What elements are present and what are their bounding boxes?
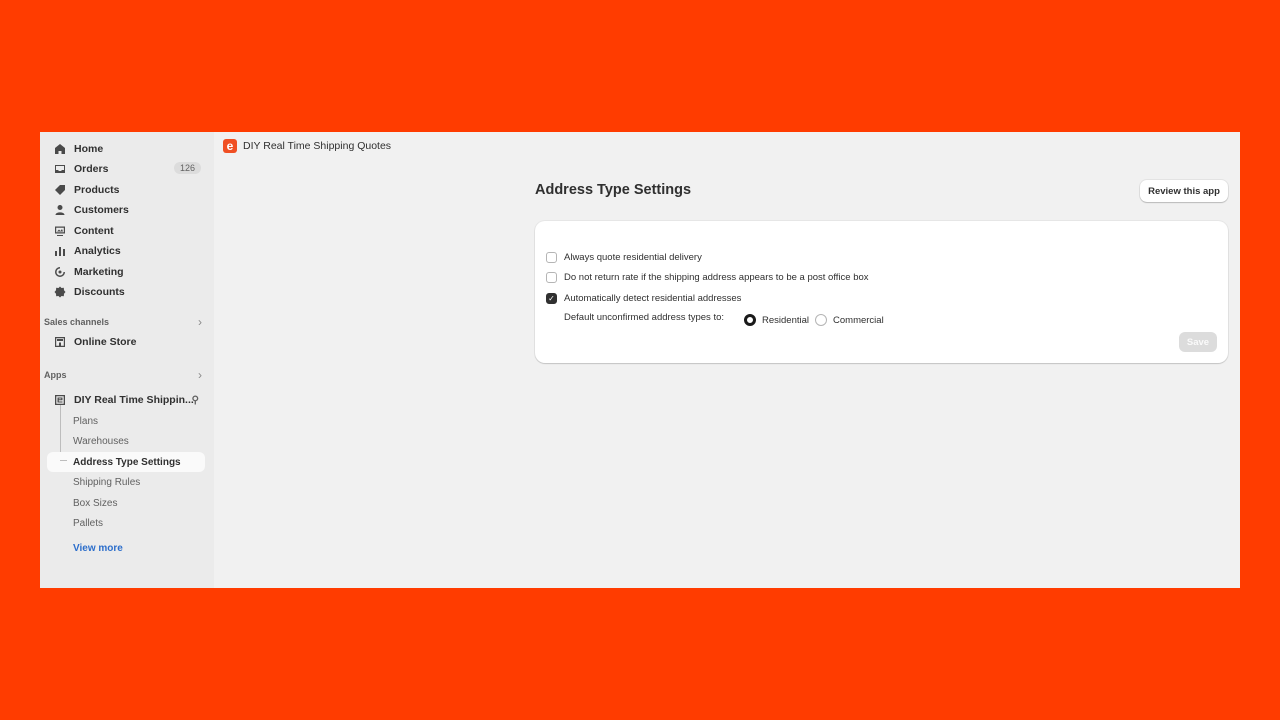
default-type-label: Default unconfirmed address types to: <box>564 311 725 323</box>
nav-label: Marketing <box>74 266 124 278</box>
checkbox-checked[interactable]: ✓ <box>546 292 557 304</box>
main-content: e DIY Real Time Shipping Quotes Address … <box>214 132 1240 588</box>
tree-hook <box>60 460 67 461</box>
radio-selected[interactable] <box>744 314 757 326</box>
nav-products[interactable]: Products <box>47 180 205 200</box>
review-app-button[interactable]: Review this app <box>1140 180 1228 202</box>
content-icon <box>54 225 66 237</box>
checkbox[interactable] <box>546 251 557 263</box>
chevron-right-icon: › <box>198 315 202 329</box>
orders-icon <box>54 163 66 175</box>
store-icon <box>54 336 66 348</box>
orders-count-badge: 126 <box>173 162 201 174</box>
sub-item-warehouses[interactable]: Warehouses <box>73 432 129 450</box>
sub-item-box-sizes[interactable]: Box Sizes <box>73 494 117 512</box>
app-name: DIY Real Time Shipping Quotes <box>243 140 392 152</box>
radio-commercial[interactable]: Commercial <box>815 314 884 326</box>
sub-item-shipping-rules[interactable]: Shipping Rules <box>73 473 140 491</box>
nav-app-diy-shipping[interactable]: DIY Real Time Shippin... ⚲ <box>47 390 205 410</box>
settings-card: Always quote residential delivery Do not… <box>535 221 1228 363</box>
nav-online-store[interactable]: Online Store <box>47 332 205 352</box>
app-logo-icon: e <box>223 139 237 153</box>
apps-header[interactable]: Apps › <box>44 367 204 383</box>
nav-orders[interactable]: Orders 126 <box>47 159 205 179</box>
app-topbar: e DIY Real Time Shipping Quotes <box>223 139 391 153</box>
checkbox[interactable] <box>546 271 557 283</box>
default-address-type: Default unconfirmed address types to: Re… <box>564 311 890 326</box>
sub-item-pallets[interactable]: Pallets <box>73 514 103 532</box>
admin-window: Home Orders 126 Products Customers Conte… <box>40 132 1240 588</box>
nav-label: Content <box>74 225 114 237</box>
discount-icon <box>54 286 66 298</box>
radio-unselected[interactable] <box>815 314 828 326</box>
target-icon <box>54 266 66 278</box>
nav-analytics[interactable]: Analytics <box>47 241 205 261</box>
nav-label: Home <box>74 143 104 155</box>
nav-label: Orders <box>74 163 109 175</box>
nav-discounts[interactable]: Discounts <box>47 282 205 302</box>
bar-chart-icon <box>54 245 66 257</box>
option-label: Do not return rate if the shipping addre… <box>564 271 869 283</box>
nav-label: Customers <box>74 204 129 216</box>
home-icon <box>54 143 66 155</box>
nav-customers[interactable]: Customers <box>47 200 205 220</box>
nav-label: Discounts <box>74 286 125 298</box>
page-title: Address Type Settings <box>535 182 692 198</box>
sub-item-address-type-settings[interactable]: Address Type Settings <box>73 453 181 471</box>
option-label: Automatically detect residential address… <box>564 292 742 304</box>
person-icon <box>54 204 66 216</box>
nav-label: Analytics <box>74 245 121 257</box>
nav-label: Online Store <box>74 336 137 348</box>
save-button[interactable]: Save <box>1179 332 1217 352</box>
nav-label: Products <box>74 184 120 196</box>
nav-content[interactable]: Content <box>47 221 205 241</box>
radio-residential[interactable]: Residential <box>744 314 809 326</box>
option-always-residential[interactable]: Always quote residential delivery <box>546 250 702 264</box>
pin-icon[interactable]: ⚲ <box>192 395 199 406</box>
sub-item-plans[interactable]: Plans <box>73 412 98 430</box>
sales-channels-header[interactable]: Sales channels › <box>44 314 204 330</box>
option-no-po-box[interactable]: Do not return rate if the shipping addre… <box>546 270 869 284</box>
sidebar: Home Orders 126 Products Customers Conte… <box>40 132 214 588</box>
nav-marketing[interactable]: Marketing <box>47 262 205 282</box>
nav-label: DIY Real Time Shippin... <box>74 394 194 406</box>
chevron-right-icon: › <box>198 368 202 382</box>
tag-icon <box>54 184 66 196</box>
view-more-link[interactable]: View more <box>73 543 123 554</box>
option-label: Always quote residential delivery <box>564 251 702 263</box>
nav-home[interactable]: Home <box>47 139 205 159</box>
option-auto-detect-residential[interactable]: ✓ Automatically detect residential addre… <box>546 291 741 305</box>
